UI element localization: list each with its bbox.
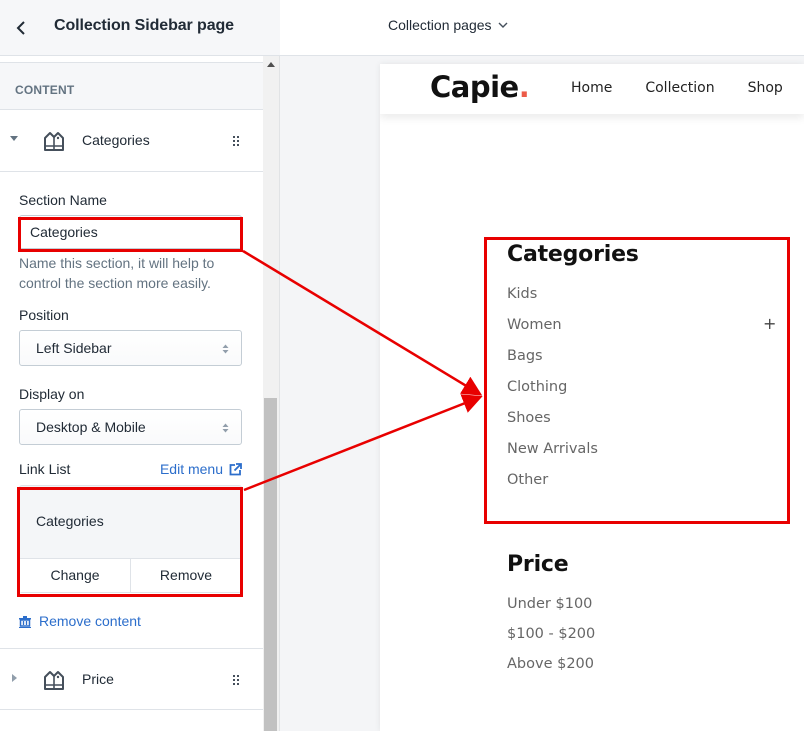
display-on-select[interactable]: Desktop & Mobile	[19, 409, 242, 445]
external-link-icon	[229, 462, 242, 475]
category-item[interactable]: Bags	[507, 346, 639, 377]
remove-content-label: Remove content	[39, 613, 141, 629]
price-item[interactable]: Under $100	[507, 594, 595, 624]
nav-link-collection[interactable]: Collection	[645, 80, 714, 96]
section-name-help: Name this section, it will help to contr…	[19, 255, 215, 291]
price-item[interactable]: $100 - $200	[507, 624, 595, 654]
content-heading-row: CONTENT	[0, 62, 263, 110]
preview-topbar: Collection pages	[280, 0, 804, 56]
link-list-label: Link List	[19, 461, 71, 477]
categories-widget: Categories Kids Women + Bags Clothing Sho…	[507, 242, 776, 501]
store-header: Capie. Home Collection Shop A	[380, 64, 804, 114]
tag-icon	[44, 132, 64, 151]
link-list-value: Categories	[36, 513, 104, 529]
chevron-down-icon	[498, 22, 508, 28]
categories-list: Kids Women + Bags Clothing Shoes New Arri…	[507, 284, 776, 501]
position-label: Position	[19, 307, 69, 323]
settings-scroll-area: CONTENT Categories Section Name Name thi…	[0, 62, 263, 731]
scroll-up-arrow-icon[interactable]	[267, 62, 275, 67]
display-on-value: Desktop & Mobile	[36, 419, 146, 435]
select-arrows-icon	[222, 344, 229, 354]
store-preview: Capie. Home Collection Shop A Categories…	[380, 64, 804, 731]
page-selector-label: Collection pages	[388, 17, 492, 33]
position-select[interactable]: Left Sidebar	[19, 330, 242, 366]
store-logo[interactable]: Capie.	[430, 70, 530, 104]
settings-panel: Collection Sidebar page CONTENT Categori…	[0, 0, 280, 731]
nav-link-home[interactable]: Home	[571, 80, 612, 96]
tag-icon	[44, 671, 64, 690]
store-nav: Home Collection Shop A	[571, 80, 804, 96]
panel-header: Collection Sidebar page	[0, 0, 280, 56]
scrollbar-thumb[interactable]	[264, 398, 277, 731]
link-list-actions: Change Remove	[20, 558, 241, 592]
caret-right-icon[interactable]	[12, 674, 17, 682]
display-on-label: Display on	[19, 386, 85, 402]
category-item[interactable]: Clothing	[507, 377, 639, 408]
section-name-input[interactable]	[19, 215, 242, 249]
change-button[interactable]: Change	[20, 559, 131, 592]
drag-handle-icon[interactable]	[232, 674, 240, 686]
category-item[interactable]: Kids	[507, 284, 639, 315]
price-widget: Price Under $100 $100 - $200 Above $200	[507, 552, 595, 684]
position-value: Left Sidebar	[36, 340, 112, 356]
category-item[interactable]: New Arrivals	[507, 439, 639, 470]
remove-content-button[interactable]: Remove content	[19, 611, 244, 631]
section-name-label: Section Name	[19, 192, 107, 208]
chevron-left-icon	[16, 21, 25, 35]
nav-link-shop[interactable]: Shop	[748, 80, 783, 96]
link-list-card: Categories Change Remove	[19, 485, 242, 593]
section-label: Categories	[82, 132, 150, 148]
expand-plus-icon[interactable]: +	[763, 314, 776, 334]
section-row-categories[interactable]: Categories	[0, 110, 263, 172]
select-arrows-icon	[222, 423, 229, 433]
category-item[interactable]: Other	[507, 470, 639, 501]
drag-handle-icon[interactable]	[232, 135, 240, 147]
link-list-row: Link List Edit menu	[19, 461, 242, 477]
section-label: Price	[82, 671, 114, 687]
remove-button[interactable]: Remove	[131, 559, 241, 592]
category-item-label: Women	[507, 317, 562, 333]
trash-icon	[19, 615, 31, 628]
edit-menu-link[interactable]: Edit menu	[160, 461, 242, 477]
edit-menu-label: Edit menu	[159, 461, 223, 477]
categories-widget-title: Categories	[507, 242, 639, 267]
categories-settings: Section Name Name this section, it will …	[0, 172, 263, 648]
section-row-price[interactable]: Price	[0, 648, 263, 710]
content-heading: CONTENT	[15, 83, 75, 97]
settings-scrollbar[interactable]	[263, 56, 279, 731]
logo-dot: .	[518, 70, 530, 104]
price-widget-title: Price	[507, 552, 569, 577]
logo-text: Capie	[430, 70, 519, 104]
price-item[interactable]: Above $200	[507, 654, 595, 684]
page-selector-dropdown[interactable]: Collection pages	[388, 17, 508, 33]
caret-down-icon[interactable]	[10, 136, 18, 141]
panel-title: Collection Sidebar page	[54, 17, 234, 34]
category-item[interactable]: Shoes	[507, 408, 639, 439]
price-list: Under $100 $100 - $200 Above $200	[507, 594, 595, 684]
back-button[interactable]	[10, 16, 32, 40]
category-item[interactable]: Women +	[507, 314, 776, 346]
